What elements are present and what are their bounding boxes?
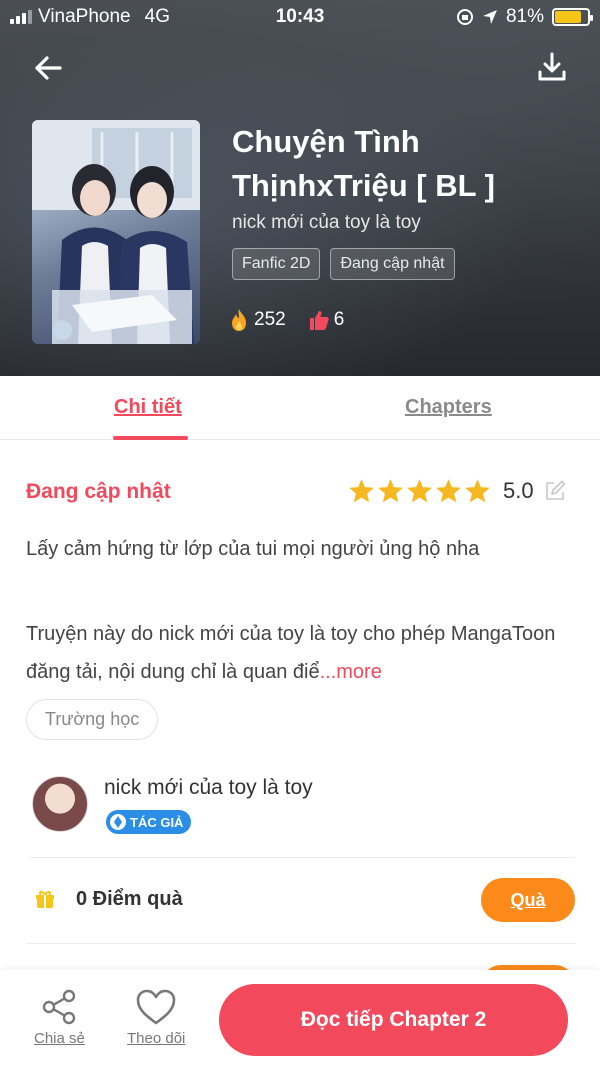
heart-icon <box>136 989 176 1025</box>
star-icon <box>407 479 432 503</box>
tab-bar: Chi tiết Chapters <box>0 376 600 440</box>
more-link[interactable]: ...more <box>320 661 382 683</box>
tag-genre[interactable]: Fanfic 2D <box>232 248 321 280</box>
edit-icon[interactable] <box>544 480 566 502</box>
active-tab-indicator <box>113 436 188 440</box>
thumbs-up-icon <box>309 311 329 330</box>
description-text: Truyện này do nick mới của toy là toy ch… <box>26 615 556 691</box>
star-icon <box>378 479 403 503</box>
continue-reading-button[interactable]: Đọc tiếp Chapter 2 <box>219 984 568 1056</box>
avatar[interactable] <box>32 776 88 832</box>
share-button[interactable]: Chia sẻ <box>34 988 85 1047</box>
book-cover[interactable] <box>32 120 200 344</box>
battery-icon <box>552 8 593 26</box>
pen-icon <box>110 814 126 830</box>
likes-stat: 6 <box>308 309 345 331</box>
author-name[interactable]: nick mới của toy là toy <box>104 776 313 800</box>
arrow-left-icon[interactable] <box>30 50 66 86</box>
gift-row: 0 Điểm quà Quà <box>26 858 575 944</box>
gift-button[interactable]: Quà <box>481 878 575 922</box>
book-author[interactable]: nick mới của toy là toy <box>232 212 421 234</box>
clock: 10:43 <box>275 6 325 27</box>
book-header: VinaPhone 4G 10:43 81% Chuyện Tình Thịnh… <box>0 0 600 376</box>
tab-chapters[interactable]: Chapters <box>405 396 492 419</box>
share-label: Chia sẻ <box>34 1030 85 1047</box>
rating[interactable]: 5.0 <box>348 478 566 504</box>
author-badge-label: TÁC GIẢ <box>130 814 184 830</box>
status-bar: VinaPhone 4G 10:43 81% <box>0 0 600 34</box>
star-icon <box>465 479 490 503</box>
views-count: 252 <box>254 309 286 330</box>
tag-status[interactable]: Đang cập nhật <box>330 248 455 280</box>
description-body: Truyện này do nick mới của toy là toy ch… <box>26 623 556 683</box>
description-line: Lấy cảm hứng từ lớp của tui mọi người ủn… <box>26 538 480 560</box>
genre-chip[interactable]: Trường học <box>26 699 159 740</box>
share-icon <box>43 989 76 1025</box>
bottom-bar: Chia sẻ Theo dõi Đọc tiếp Chapter 2 <box>0 970 600 1067</box>
star-icon <box>349 479 374 503</box>
update-status: Đang cập nhật <box>26 480 171 503</box>
likes-count: 6 <box>333 309 345 330</box>
author-badge: TÁC GIẢ <box>106 810 192 834</box>
follow-label: Theo dõi <box>127 1030 186 1047</box>
views-stat: 252 <box>228 308 286 332</box>
book-title: Chuyện Tình ThịnhxTriệu [ BL ] <box>232 124 495 203</box>
star-icon <box>436 479 461 503</box>
fire-icon <box>232 309 246 331</box>
follow-button[interactable]: Theo dõi <box>127 988 185 1047</box>
rating-value: 5.0 <box>503 478 534 503</box>
author-row[interactable]: nick mới của toy là toy TÁC GIẢ <box>30 772 575 858</box>
gift-icon <box>36 891 54 908</box>
gift-points: 0 Điểm quà <box>76 888 183 910</box>
tab-detail[interactable]: Chi tiết <box>114 396 182 419</box>
download-icon[interactable] <box>535 50 569 84</box>
